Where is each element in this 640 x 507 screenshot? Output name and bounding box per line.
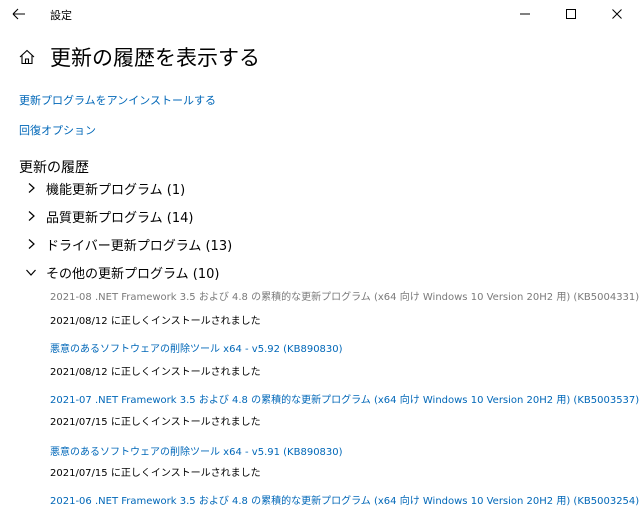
chevron-right-icon — [24, 181, 38, 195]
category-feature-updates[interactable]: 機能更新プログラム (1) — [24, 177, 185, 199]
close-button[interactable] — [594, 0, 640, 28]
category-label: 機能更新プログラム (1) — [46, 182, 186, 198]
minimize-button[interactable] — [502, 0, 548, 28]
home-icon[interactable] — [18, 47, 38, 67]
minimize-icon — [520, 13, 530, 15]
category-other-updates[interactable]: その他の更新プログラム (10) — [24, 261, 219, 283]
update-title-link[interactable]: 2021-07 .NET Framework 3.5 および 4.8 の累積的な… — [50, 391, 639, 406]
update-history-heading: 更新の履歴 — [19, 160, 89, 176]
recovery-options-link[interactable]: 回復オプション — [19, 122, 96, 138]
maximize-icon — [566, 9, 576, 19]
update-status: 2021/07/15 に正しくインストールされました — [50, 468, 261, 479]
chevron-right-icon — [24, 209, 38, 223]
update-status: 2021/08/12 に正しくインストールされました — [50, 316, 261, 327]
category-label: その他の更新プログラム (10) — [46, 266, 220, 282]
maximize-button[interactable] — [548, 0, 594, 28]
update-title-link[interactable]: 悪意のあるソフトウェアの削除ツール x64 - v5.91 (KB890830) — [50, 443, 343, 458]
arrow-left-icon — [12, 8, 25, 20]
category-driver-updates[interactable]: ドライバー更新プログラム (13) — [24, 233, 232, 255]
page-header: 更新の履歴を表示する — [18, 40, 260, 74]
update-title-link[interactable]: 悪意のあるソフトウェアの削除ツール x64 - v5.92 (KB890830) — [50, 340, 343, 355]
title-bar: 設定 — [0, 0, 640, 30]
chevron-down-icon — [24, 265, 38, 279]
update-status: 2021/08/12 に正しくインストールされました — [50, 367, 261, 378]
update-status: 2021/07/15 に正しくインストールされました — [50, 417, 261, 428]
update-title-link[interactable]: 2021-08 .NET Framework 3.5 および 4.8 の累積的な… — [50, 288, 639, 303]
window-title: 設定 — [50, 9, 72, 22]
category-quality-updates[interactable]: 品質更新プログラム (14) — [24, 205, 193, 227]
category-label: ドライバー更新プログラム (13) — [46, 238, 233, 254]
close-icon — [612, 9, 622, 19]
uninstall-updates-link[interactable]: 更新プログラムをアンインストールする — [19, 92, 216, 108]
chevron-right-icon — [24, 237, 38, 251]
category-label: 品質更新プログラム (14) — [46, 210, 194, 226]
back-button[interactable] — [8, 3, 30, 25]
page-title: 更新の履歴を表示する — [50, 46, 260, 70]
